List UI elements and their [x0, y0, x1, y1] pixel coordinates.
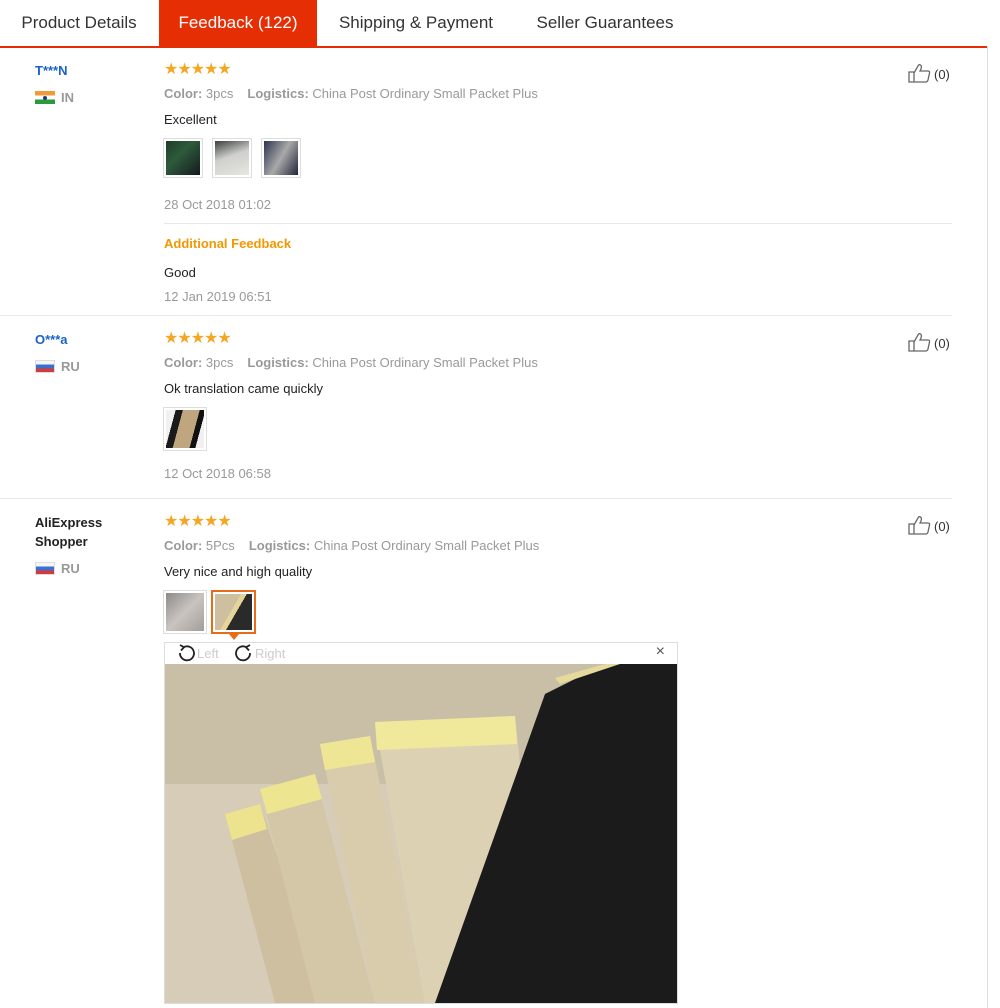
rotate-right-icon [235, 644, 251, 662]
photo-viewer: Left Right × [164, 642, 678, 1004]
divider [164, 223, 952, 224]
feedback-text: Ok translation came quickly [164, 381, 323, 396]
user-country: IN [35, 90, 74, 105]
star-rating: ★★★★★ [164, 61, 232, 78]
tab-feedback[interactable]: Feedback (122) [159, 0, 317, 46]
india-flag-icon [35, 91, 55, 104]
user-country: RU [35, 359, 80, 374]
order-info: Color: 3pcs Logistics: China Post Ordinar… [164, 355, 538, 370]
tab-seller-guarantees[interactable]: Seller Guarantees [515, 0, 695, 46]
rotate-right-button[interactable]: Right [233, 644, 285, 662]
review-photo-thumbnail[interactable] [212, 138, 252, 178]
rotate-left-button[interactable]: Left [175, 644, 219, 662]
tab-shipping-payment[interactable]: Shipping & Payment [317, 0, 515, 46]
additional-feedback-date: 12 Jan 2019 06:51 [164, 289, 272, 304]
russia-flag-icon [35, 360, 55, 373]
selected-indicator [229, 634, 239, 640]
divider [0, 315, 952, 316]
review-photo-thumbnail[interactable] [261, 138, 301, 178]
russia-flag-icon [35, 562, 55, 575]
viewer-toolbar: Left Right × [165, 643, 677, 664]
additional-feedback-text: Good [164, 265, 196, 280]
review-photo-large [165, 664, 677, 1003]
content-border [987, 46, 988, 1008]
additional-feedback-label: Additional Feedback [164, 236, 292, 251]
review-photo-image [165, 664, 677, 1003]
feedback-date: 28 Oct 2018 01:02 [164, 197, 271, 212]
review-photo-thumbnail[interactable] [163, 407, 207, 451]
user-name[interactable]: O***a [35, 332, 68, 347]
divider [0, 498, 952, 499]
close-icon[interactable]: × [656, 643, 665, 661]
helpful-button[interactable]: (0) [908, 63, 950, 83]
review-photo-thumbnail[interactable] [163, 138, 203, 178]
thumbs-up-icon [908, 64, 931, 83]
user-name[interactable]: T***N [35, 63, 68, 78]
feedback-text: Excellent [164, 112, 217, 127]
rotate-left-icon [179, 644, 195, 662]
tab-bar: Product Details Feedback (122) Shipping … [0, 0, 988, 48]
review-photo-thumbnail[interactable] [163, 590, 207, 634]
helpful-button[interactable]: (0) [908, 332, 950, 352]
thumbs-up-icon [908, 333, 931, 352]
tab-product-details[interactable]: Product Details [0, 0, 158, 46]
feedback-text: Very nice and high quality [164, 564, 313, 579]
review-photo-thumbnail-selected[interactable] [211, 590, 256, 634]
star-rating: ★★★★★ [164, 513, 232, 530]
user-country: RU [35, 561, 80, 576]
user-name: AliExpress Shopper [35, 515, 103, 549]
star-rating: ★★★★★ [164, 330, 232, 347]
thumbs-up-icon [908, 516, 931, 535]
feedback-date: 12 Oct 2018 06:58 [164, 466, 271, 481]
helpful-button[interactable]: (0) [908, 515, 950, 535]
order-info: Color: 5Pcs Logistics: China Post Ordinar… [164, 538, 540, 553]
order-info: Color: 3pcs Logistics: China Post Ordinar… [164, 86, 538, 101]
